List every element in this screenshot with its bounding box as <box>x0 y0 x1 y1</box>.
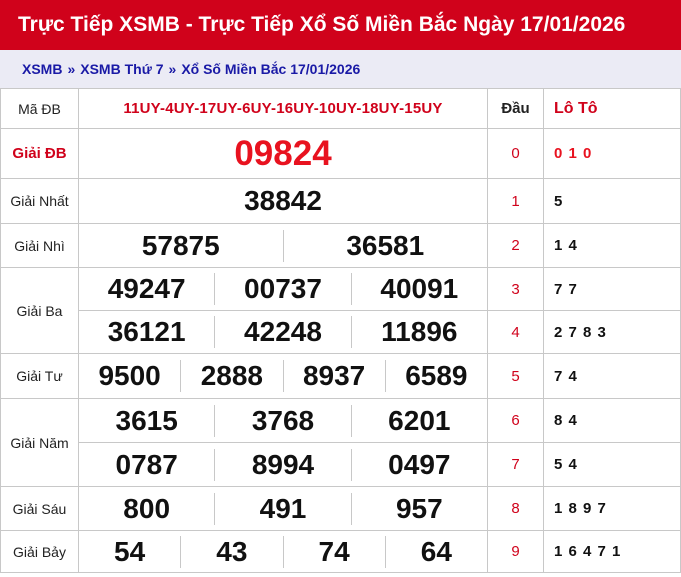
dau-cell: 9 <box>487 530 544 573</box>
table-row: Giải Sáu 800 491 957 8 1 8 9 7 <box>0 486 681 531</box>
table-row: Giải Năm 3615 3768 6201 6 8 4 <box>0 398 681 487</box>
prize-number: 9500 <box>98 360 161 391</box>
prize-number-db: 09824 <box>78 128 488 179</box>
table-row: Giải Nhì 57875 36581 2 1 4 <box>0 223 681 268</box>
breadcrumb: XSMB » XSMB Thứ 7 » Xổ Số Miền Bắc 17/01… <box>0 50 681 88</box>
breadcrumb-link-xsmb[interactable]: XSMB <box>22 61 62 77</box>
table-row: 0787 8994 0497 7 5 4 <box>1 442 681 487</box>
table-row: Giải ĐB 09824 0 0 1 0 <box>0 128 681 179</box>
prize-label-tu: Giải Tư <box>0 353 79 399</box>
prize-number: 8994 <box>214 448 350 481</box>
prize-number: 40091 <box>350 273 487 305</box>
breadcrumb-separator: » <box>168 61 177 77</box>
prize-label-ba: Giải Ba <box>0 267 79 354</box>
dau-cell: 7 <box>487 442 544 487</box>
prize-number: 74 <box>282 535 385 568</box>
dau-cell: 2 <box>487 223 544 268</box>
prize-number: 6589 <box>384 360 487 392</box>
loto-cell: 5 4 <box>543 442 681 487</box>
prize-number: 3615 <box>115 404 178 436</box>
table-row: Giải Bảy 54 43 74 64 9 1 6 4 7 1 <box>0 530 681 573</box>
prize-number: 0497 <box>350 448 487 481</box>
loto-cell: 5 <box>543 178 681 224</box>
results-table: Mã ĐB 11UY-4UY-17UY-6UY-16UY-10UY-18UY-1… <box>0 88 681 573</box>
prize-number: 491 <box>214 492 350 525</box>
prize-number: 36581 <box>282 229 487 262</box>
breadcrumb-separator: » <box>67 61 76 77</box>
prize-number-nhat: 38842 <box>78 178 488 224</box>
prize-number: 800 <box>123 492 171 524</box>
dau-cell: 1 <box>487 178 544 224</box>
prize-label-bay: Giải Bảy <box>0 530 79 573</box>
prize-number: 64 <box>384 535 487 568</box>
prize-number: 42248 <box>214 316 350 348</box>
prize-number: 3768 <box>214 404 350 437</box>
prize-numbers-nhi: 57875 36581 <box>78 223 488 268</box>
prize-label-sau: Giải Sáu <box>0 486 79 531</box>
dau-cell: 3 <box>487 267 544 311</box>
breadcrumb-link-xsmb-thu-7[interactable]: XSMB Thứ 7 <box>80 61 163 77</box>
prize-number: 2888 <box>180 360 282 392</box>
prize-number: 36121 <box>107 316 186 347</box>
prize-number: 6201 <box>350 404 487 437</box>
prize-number: 0787 <box>115 448 178 480</box>
loto-cell: 1 4 <box>543 223 681 268</box>
breadcrumb-current[interactable]: Xổ Số Miền Bắc 17/01/2026 <box>181 61 360 77</box>
prize-number: 11896 <box>350 316 487 348</box>
dau-cell: 5 <box>487 353 544 399</box>
loto-cell: 1 8 9 7 <box>543 486 681 531</box>
prize-number: 00737 <box>214 273 350 305</box>
loto-header: Lô Tô <box>543 88 681 129</box>
prize-label-nhat: Giải Nhất <box>0 178 79 224</box>
prize-number: 54 <box>114 535 146 567</box>
prize-label-nhi: Giải Nhì <box>0 223 79 268</box>
dau-cell: 8 <box>487 486 544 531</box>
prize-label-db: Giải ĐB <box>0 128 79 179</box>
prize-number: 49247 <box>107 273 186 304</box>
special-code-list: 11UY-4UY-17UY-6UY-16UY-10UY-18UY-15UY <box>78 88 488 129</box>
prize-numbers-ba-2: 36121 42248 11896 <box>78 310 488 354</box>
table-row: Giải Ba 49247 00737 40091 3 7 7 <box>0 267 681 354</box>
dau-cell: 0 <box>487 128 544 179</box>
prize-number: 8937 <box>282 360 385 392</box>
table-row: 36121 42248 11896 4 2 7 8 3 <box>1 310 681 354</box>
prize-number: 43 <box>180 535 282 568</box>
prize-numbers-nam-2: 0787 8994 0497 <box>78 442 488 487</box>
table-header-row: Mã ĐB 11UY-4UY-17UY-6UY-16UY-10UY-18UY-1… <box>0 88 681 129</box>
table-row: Giải Nhất 38842 1 5 <box>0 178 681 224</box>
page-title: Trực Tiếp XSMB - Trực Tiếp Xổ Số Miền Bắ… <box>0 0 681 50</box>
prize-label-nam: Giải Năm <box>0 398 79 487</box>
prize-numbers-ba-1: 49247 00737 40091 <box>78 267 488 311</box>
table-row: Giải Tư 9500 2888 8937 6589 5 7 4 <box>0 353 681 399</box>
code-label: Mã ĐB <box>0 88 79 129</box>
loto-cell: 7 4 <box>543 353 681 399</box>
prize-numbers-nam-1: 3615 3768 6201 <box>78 398 488 443</box>
prize-number: 957 <box>350 492 487 525</box>
prize-number: 57875 <box>141 229 220 261</box>
prize-numbers-bay: 54 43 74 64 <box>78 530 488 573</box>
dau-cell: 4 <box>487 310 544 354</box>
loto-cell: 7 7 <box>543 267 681 311</box>
loto-cell: 0 1 0 <box>543 128 681 179</box>
prize-numbers-tu: 9500 2888 8937 6589 <box>78 353 488 399</box>
dau-cell: 6 <box>487 398 544 443</box>
loto-cell: 2 7 8 3 <box>543 310 681 354</box>
loto-cell: 1 6 4 7 1 <box>543 530 681 573</box>
dau-header: Đầu <box>487 88 544 129</box>
loto-cell: 8 4 <box>543 398 681 443</box>
prize-numbers-sau: 800 491 957 <box>78 486 488 531</box>
